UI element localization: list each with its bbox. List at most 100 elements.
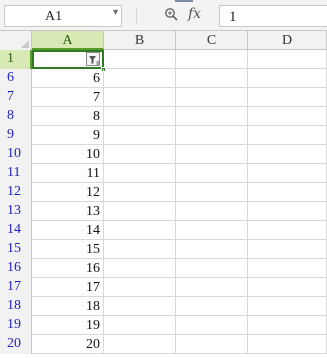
cell-a[interactable]: 20 bbox=[32, 335, 104, 354]
column-header-a[interactable]: A bbox=[32, 31, 104, 50]
cell-a[interactable]: 16 bbox=[32, 259, 104, 278]
cell-d[interactable] bbox=[248, 278, 327, 297]
cell-a[interactable]: 8 bbox=[32, 107, 104, 126]
cell-b[interactable] bbox=[104, 316, 176, 335]
table-row: 15 15 bbox=[0, 240, 327, 259]
row-header[interactable]: 15 bbox=[0, 240, 32, 259]
row-header[interactable]: 19 bbox=[0, 316, 32, 335]
cell-a[interactable]: 7 bbox=[32, 88, 104, 107]
cell-d[interactable] bbox=[248, 259, 327, 278]
cell-c[interactable] bbox=[176, 316, 248, 335]
row-header[interactable]: 16 bbox=[0, 259, 32, 278]
cell-a[interactable]: 11 bbox=[32, 164, 104, 183]
cell-b[interactable] bbox=[104, 240, 176, 259]
cell-b[interactable] bbox=[104, 88, 176, 107]
zoom-icon[interactable] bbox=[164, 6, 178, 24]
cell-d[interactable] bbox=[248, 297, 327, 316]
cell-c[interactable] bbox=[176, 278, 248, 297]
cell-c[interactable] bbox=[176, 259, 248, 278]
cell-a[interactable]: 17 bbox=[32, 278, 104, 297]
table-row: 12 12 bbox=[0, 183, 327, 202]
row-header[interactable]: 20 bbox=[0, 335, 32, 354]
cell-a1-selected[interactable] bbox=[32, 50, 106, 72]
cell-c[interactable] bbox=[176, 335, 248, 354]
cell-b[interactable] bbox=[104, 183, 176, 202]
cell-d[interactable] bbox=[248, 183, 327, 202]
cell-d[interactable] bbox=[248, 107, 327, 126]
cell-d[interactable] bbox=[248, 145, 327, 164]
cell-d[interactable] bbox=[248, 88, 327, 107]
cell-b[interactable] bbox=[104, 50, 176, 69]
cell-c[interactable] bbox=[176, 202, 248, 221]
fx-icon[interactable]: fx bbox=[188, 6, 201, 22]
row-header[interactable]: 17 bbox=[0, 278, 32, 297]
table-row: 10 10 bbox=[0, 145, 327, 164]
cell-a[interactable]: 19 bbox=[32, 316, 104, 335]
cell-c[interactable] bbox=[176, 221, 248, 240]
cell-a[interactable]: 18 bbox=[32, 297, 104, 316]
cell-c[interactable] bbox=[176, 88, 248, 107]
name-box[interactable]: A1 ▾ bbox=[4, 5, 122, 27]
filter-icon[interactable] bbox=[86, 52, 100, 66]
cell-a[interactable]: 10 bbox=[32, 145, 104, 164]
cell-b[interactable] bbox=[104, 278, 176, 297]
cell-b[interactable] bbox=[104, 335, 176, 354]
row-header[interactable]: 13 bbox=[0, 202, 32, 221]
cell-d[interactable] bbox=[248, 240, 327, 259]
row-header[interactable]: 18 bbox=[0, 297, 32, 316]
cell-a[interactable]: 9 bbox=[32, 126, 104, 145]
cell-d[interactable] bbox=[248, 164, 327, 183]
row-header[interactable]: 9 bbox=[0, 126, 32, 145]
row-header[interactable]: 10 bbox=[0, 145, 32, 164]
cell-a[interactable]: 15 bbox=[32, 240, 104, 259]
formula-input[interactable]: 1 bbox=[219, 5, 327, 27]
formula-bar: A1 ▾ fx 1 bbox=[0, 0, 327, 31]
row-header[interactable]: 8 bbox=[0, 107, 32, 126]
cell-b[interactable] bbox=[104, 297, 176, 316]
row-header[interactable]: 14 bbox=[0, 221, 32, 240]
row-header[interactable]: 6 bbox=[0, 69, 32, 88]
cell-c[interactable] bbox=[176, 50, 248, 69]
cell-a[interactable]: 13 bbox=[32, 202, 104, 221]
cell-d[interactable] bbox=[248, 335, 327, 354]
cell-b[interactable] bbox=[104, 259, 176, 278]
row-header[interactable]: 11 bbox=[0, 164, 32, 183]
cell-b[interactable] bbox=[104, 107, 176, 126]
cell-b[interactable] bbox=[104, 221, 176, 240]
cell-c[interactable] bbox=[176, 107, 248, 126]
cell-a[interactable]: 14 bbox=[32, 221, 104, 240]
cell-b[interactable] bbox=[104, 126, 176, 145]
column-header-c[interactable]: C bbox=[176, 31, 248, 50]
cell-c[interactable] bbox=[176, 164, 248, 183]
row-header[interactable]: 1 bbox=[0, 50, 32, 69]
table-row: 20 20 bbox=[0, 335, 327, 354]
cell-b[interactable] bbox=[104, 164, 176, 183]
divider bbox=[136, 7, 137, 25]
cell-b[interactable] bbox=[104, 69, 176, 88]
cell-d[interactable] bbox=[248, 69, 327, 88]
cell-b[interactable] bbox=[104, 202, 176, 221]
table-row: 88 bbox=[0, 107, 327, 126]
row-header[interactable]: 7 bbox=[0, 88, 32, 107]
table-row: 1 bbox=[0, 50, 327, 72]
cell-c[interactable] bbox=[176, 297, 248, 316]
cell-d[interactable] bbox=[248, 50, 327, 69]
cell-d[interactable] bbox=[248, 126, 327, 145]
cell-d[interactable] bbox=[248, 221, 327, 240]
column-header-d[interactable]: D bbox=[248, 31, 327, 50]
cell-b[interactable] bbox=[104, 145, 176, 164]
cell-d[interactable] bbox=[248, 202, 327, 221]
cell-a[interactable]: 12 bbox=[32, 183, 104, 202]
select-all-corner[interactable] bbox=[0, 31, 32, 50]
cell-c[interactable] bbox=[176, 240, 248, 259]
cell-c[interactable] bbox=[176, 183, 248, 202]
cell-c[interactable] bbox=[176, 126, 248, 145]
cell-a[interactable]: 6 bbox=[32, 69, 104, 88]
column-header-b[interactable]: B bbox=[104, 31, 176, 50]
dropdown-arrow-icon[interactable]: ▾ bbox=[113, 7, 118, 18]
cell-d[interactable] bbox=[248, 316, 327, 335]
toolbar-indicator bbox=[175, 0, 193, 2]
cell-c[interactable] bbox=[176, 145, 248, 164]
cell-c[interactable] bbox=[176, 69, 248, 88]
row-header[interactable]: 12 bbox=[0, 183, 32, 202]
